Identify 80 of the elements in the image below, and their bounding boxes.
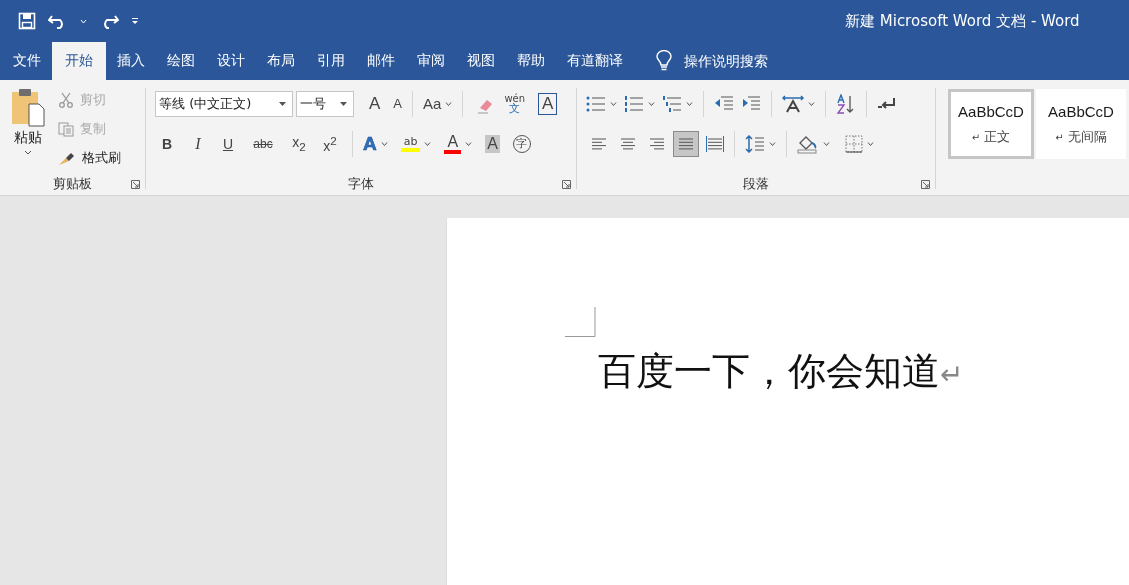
- format-button[interactable]: I: [186, 134, 210, 153]
- style-item[interactable]: AaBbCcD ↵ 正文: [948, 89, 1034, 159]
- numbered-list-icon[interactable]: [624, 95, 644, 112]
- caret-icon[interactable]: [465, 141, 473, 146]
- search-field[interactable]: 操作说明搜索: [682, 52, 796, 70]
- text-direction-icon[interactable]: [782, 94, 804, 113]
- scissors-icon: [58, 92, 74, 108]
- margin-corner-mark: [565, 307, 596, 337]
- group-label: 段落: [743, 175, 769, 193]
- dropdown-arrow-icon: [279, 101, 286, 106]
- alignment-button[interactable]: [673, 130, 699, 157]
- group-label: 剪贴板: [53, 175, 92, 193]
- format-button[interactable]: B: [155, 135, 179, 152]
- text-effect-button[interactable]: A: [363, 132, 377, 155]
- change-case-button[interactable]: Aa: [423, 95, 442, 112]
- increase-indent-icon[interactable]: [741, 95, 761, 112]
- window-title: 新建 Microsoft Word 文档 - Word: [845, 11, 1080, 31]
- document-text: 百度一下，你会知道↵: [598, 348, 964, 395]
- caret-icon[interactable]: [686, 101, 693, 106]
- ribbon-tab[interactable]: 审阅: [406, 42, 456, 80]
- ribbon-tab[interactable]: 有道翻译: [556, 42, 634, 80]
- highlight-button[interactable]: ab: [400, 135, 421, 152]
- ribbon-tab[interactable]: 帮助: [506, 42, 556, 80]
- alignment-lines-icon: [648, 135, 666, 152]
- decrease-indent-icon[interactable]: [714, 95, 734, 112]
- copy-icon: [58, 121, 74, 137]
- ribbon-tab[interactable]: 引用: [306, 42, 356, 80]
- caret-icon[interactable]: [445, 101, 453, 106]
- caret-icon[interactable]: [808, 101, 815, 106]
- ribbon-tab[interactable]: 布局: [256, 42, 306, 80]
- ribbon-tab[interactable]: 设计: [206, 42, 256, 80]
- dropdown-arrow-icon: [340, 101, 347, 106]
- alignment-lines-icon: [619, 135, 637, 152]
- caret-icon[interactable]: [610, 101, 617, 106]
- font-size-field[interactable]: 一号: [296, 90, 354, 117]
- style-item[interactable]: AaBbCcD ↵ 无间隔: [1036, 89, 1126, 159]
- character-shading-button[interactable]: A: [485, 134, 500, 153]
- ribbon-tab[interactable]: 邮件: [356, 42, 406, 80]
- clipboard-icon: [11, 87, 45, 127]
- sort-icon[interactable]: [836, 93, 856, 114]
- ribbon-tab[interactable]: 开始: [52, 42, 106, 80]
- ribbon-tab[interactable]: 插入: [106, 42, 156, 80]
- grow-font-button[interactable]: A: [369, 93, 381, 114]
- line-spacing-icon[interactable]: [745, 134, 765, 153]
- save-icon[interactable]: [18, 12, 36, 30]
- ribbon-tab[interactable]: 文件: [2, 42, 52, 80]
- clipboard-command[interactable]: 格式刷: [58, 146, 121, 170]
- borders-icon[interactable]: [845, 134, 863, 153]
- dialog-launcher-icon[interactable]: [921, 180, 930, 189]
- alignment-lines-icon: [590, 135, 608, 152]
- alignment-lines-icon: [706, 135, 724, 152]
- dialog-launcher-icon[interactable]: [131, 180, 140, 189]
- format-button[interactable]: U: [217, 135, 239, 152]
- caret-icon[interactable]: [24, 150, 32, 155]
- caret-icon[interactable]: [380, 141, 388, 146]
- format-button[interactable]: x$^{2}$: [318, 133, 342, 154]
- paragraph-mark-icon[interactable]: [877, 96, 897, 111]
- format-button[interactable]: abc: [246, 136, 280, 151]
- phonetic-guide-button[interactable]: wén 文: [504, 93, 526, 114]
- dialog-launcher-icon[interactable]: [562, 180, 571, 189]
- lightbulb-icon: [656, 50, 672, 72]
- paste-button[interactable]: 粘贴: [8, 85, 48, 173]
- caret-icon[interactable]: [769, 141, 776, 146]
- customize-menu-icon[interactable]: [131, 17, 139, 25]
- caret-icon[interactable]: [424, 141, 432, 146]
- paintbrush-icon: [58, 150, 76, 166]
- alignment-lines-icon: [677, 135, 695, 152]
- group-label: 字体: [348, 175, 374, 193]
- caret-icon[interactable]: [867, 141, 874, 146]
- format-button[interactable]: x$_{2}$: [287, 134, 311, 153]
- shrink-font-button[interactable]: A: [393, 96, 402, 111]
- character-border-button[interactable]: A: [538, 92, 558, 115]
- bullet-list-icon[interactable]: [586, 95, 606, 112]
- caret-icon[interactable]: [823, 141, 830, 146]
- caret-icon[interactable]: [648, 101, 655, 106]
- ribbon-tab[interactable]: 绘图: [156, 42, 206, 80]
- multilevel-list-icon[interactable]: [662, 95, 682, 112]
- font-name-field[interactable]: 等线 (中文正文): [155, 90, 293, 117]
- font-color-button[interactable]: A: [444, 133, 462, 154]
- ribbon-tab[interactable]: 视图: [456, 42, 506, 80]
